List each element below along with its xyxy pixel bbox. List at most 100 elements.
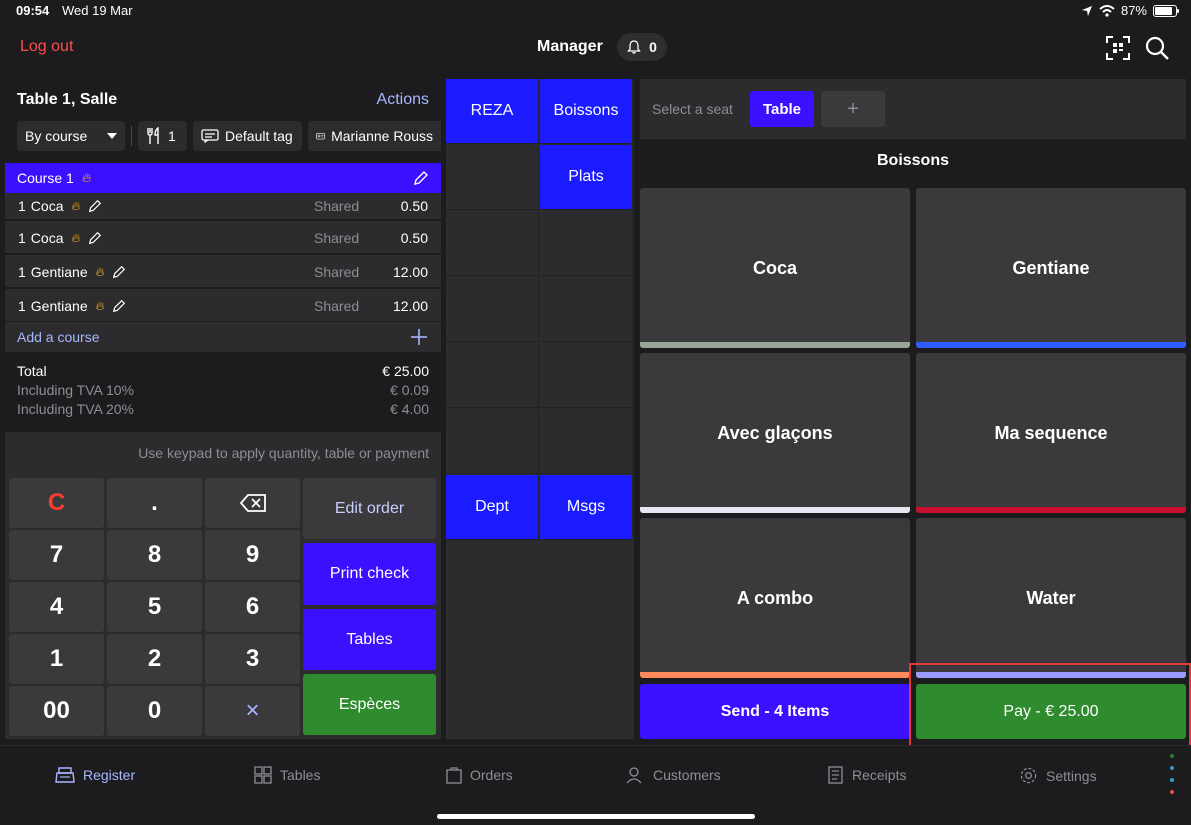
key-6[interactable]: 6 [205,582,300,632]
keypad-hint: Use keypad to apply quantity, table or p… [138,445,429,461]
product-label: Avec glaçons [717,422,833,443]
status-date: Wed 19 Mar [62,3,133,18]
notifications-button[interactable]: 0 [617,33,667,61]
pencil-icon[interactable] [112,299,126,313]
status-time: 09:54 [16,3,50,18]
add-course-label: Add a course [17,329,100,345]
order-title: Table 1, Salle [17,91,118,108]
product-a-combo[interactable]: A combo [640,518,910,678]
line-name: Gentiane [30,298,88,314]
line-seat: Shared [314,230,360,246]
tab-register[interactable]: Register [55,766,135,784]
clear-key[interactable]: C [9,478,104,528]
flame-icon: 🔥︎ [95,264,105,279]
category-dept[interactable]: Dept [446,475,539,540]
add-seat-button[interactable]: + [821,91,885,127]
tab-settings[interactable]: Settings [1019,766,1097,785]
actions-button[interactable]: Actions [377,91,429,109]
tab-customers[interactable]: Customers [625,766,721,784]
line-price: 12.00 [392,298,428,314]
key-3[interactable]: 3 [205,634,300,684]
total-label: Total [17,363,47,379]
home-indicator[interactable] [437,814,755,819]
send-button[interactable]: Send - 4 Items [640,684,910,739]
backspace-key[interactable] [205,478,300,528]
pencil-icon[interactable] [413,170,429,186]
key-00[interactable]: 00 [9,686,104,736]
cash-button[interactable]: Espèces [303,674,436,735]
tva20-value: € 4.00 [390,401,429,417]
line-seat: Shared [314,198,360,214]
line-price: 0.50 [400,230,428,246]
product-gentiane[interactable]: Gentiane [916,188,1186,348]
key-2[interactable]: 2 [107,634,202,684]
category-empty [540,409,633,474]
view-mode-label: By course [25,128,88,144]
key-5[interactable]: 5 [107,582,202,632]
tab-orders[interactable]: Orders [446,766,513,784]
order-line[interactable]: 1 Gentiane 🔥︎ Shared 12.00 [5,255,441,288]
key-4[interactable]: 4 [9,582,104,632]
category-reza[interactable]: REZA [446,79,539,144]
tables-button[interactable]: Tables [303,609,436,670]
course-header[interactable]: Course 1 🔥︎ [5,163,441,193]
category-empty [446,343,539,408]
key-1[interactable]: 1 [9,634,104,684]
bell-icon [627,40,641,54]
seat-table-button[interactable]: Table [750,91,814,127]
order-line[interactable]: 1 Gentiane 🔥︎ Shared 12.00 [5,289,441,322]
edit-order-button[interactable]: Edit order [303,478,436,539]
logout-button[interactable]: Log out [20,38,73,56]
product-avec-glacons[interactable]: Avec glaçons [640,353,910,513]
product-water[interactable]: Water [916,518,1186,678]
tab-receipts-label: Receipts [852,767,907,783]
dot-key[interactable]: . [107,478,202,528]
category-msgs[interactable]: Msgs [540,475,633,540]
line-qty: 1 [18,298,26,314]
pencil-icon[interactable] [112,265,126,279]
search-icon[interactable] [1143,34,1171,62]
notification-count: 0 [649,39,657,55]
product-color-bar [640,672,910,678]
line-price: 12.00 [392,264,428,280]
course-label: Course 1 [17,170,74,186]
category-empty [540,277,633,342]
keypad-panel: Use keypad to apply quantity, table or p… [5,432,441,739]
pencil-icon[interactable] [88,231,102,245]
key-9[interactable]: 9 [205,530,300,580]
guests-button[interactable]: 1 [138,121,187,151]
view-mode-select[interactable]: By course [17,121,125,151]
tva10-label: Including TVA 10% [17,382,135,398]
line-qty: 1 [18,264,26,280]
order-line[interactable]: 1 Coca 🔥︎ Shared 0.50 [5,221,441,254]
backspace-icon [239,494,266,512]
order-line[interactable]: 1 Coca 🔥︎ Shared 0.50 [5,193,441,220]
multiply-key[interactable]: × [205,686,300,736]
product-ma-sequence[interactable]: Ma sequence [916,353,1186,513]
caret-down-icon [107,133,117,139]
bag-icon [446,767,462,784]
pencil-icon[interactable] [88,199,102,213]
key-0[interactable]: 0 [107,686,202,736]
key-7[interactable]: 7 [9,530,104,580]
tab-receipts[interactable]: Receipts [828,766,906,784]
scan-icon[interactable] [1104,34,1132,62]
customer-card-icon [316,133,325,140]
cutlery-icon [147,127,159,144]
category-plats[interactable]: Plats [540,145,633,210]
tag-button[interactable]: Default tag [193,121,302,151]
wifi-icon [1099,4,1115,17]
tab-tables-label: Tables [280,767,321,783]
add-course-button[interactable]: Add a course [5,322,441,352]
order-header: Table 1, Salle Actions By course 1 Defau… [5,79,441,163]
flame-icon: 🔥︎ [71,198,81,213]
key-8[interactable]: 8 [107,530,202,580]
category-boissons[interactable]: Boissons [540,79,633,144]
product-label: Ma sequence [994,422,1108,443]
print-check-button[interactable]: Print check [303,543,436,605]
tab-tables[interactable]: Tables [254,766,320,784]
guests-count: 1 [168,128,176,144]
product-coca[interactable]: Coca [640,188,910,348]
tag-label: Default tag [225,128,293,144]
customer-button[interactable]: Marianne Rouss [308,121,441,151]
